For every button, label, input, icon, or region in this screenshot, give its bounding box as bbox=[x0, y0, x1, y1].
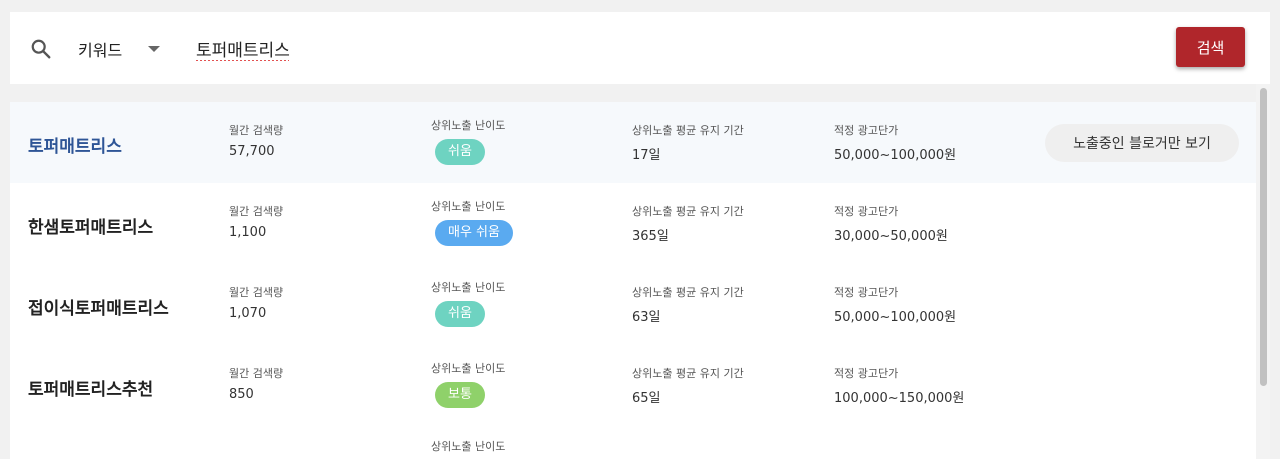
monthly-volume-cell: 월간 검색량 57,700 bbox=[229, 122, 283, 159]
search-button[interactable]: 검색 bbox=[1176, 27, 1245, 67]
ad-price-label: 적정 광고단가 bbox=[834, 286, 899, 299]
search-bar: 키워드 검색 bbox=[10, 12, 1270, 84]
chevron-down-icon bbox=[148, 46, 161, 52]
result-keyword[interactable]: 접이식토퍼매트리스 bbox=[28, 294, 169, 319]
monthly-volume-label: 월간 검색량 bbox=[229, 367, 284, 380]
duration-value: 65일 bbox=[632, 391, 661, 406]
ad-price-value: 100,000~150,000원 bbox=[834, 391, 965, 406]
result-row[interactable]: 접이식토퍼매트리스 월간 검색량 1,070 상위노출 난이도 쉬움 상위노출 … bbox=[10, 264, 1256, 345]
scrollbar-thumb[interactable] bbox=[1260, 88, 1267, 386]
monthly-volume-value: 850 bbox=[229, 387, 254, 402]
monthly-volume-label: 월간 검색량 bbox=[229, 286, 284, 299]
difficulty-cell: 상위노출 난이도 보통 bbox=[431, 360, 505, 408]
search-icon[interactable] bbox=[30, 38, 52, 60]
ad-price-label: 적정 광고단가 bbox=[834, 124, 899, 137]
result-keyword[interactable]: 한샘토퍼매트리스 bbox=[28, 213, 153, 238]
result-keyword[interactable]: 토퍼매트리스 bbox=[28, 132, 122, 157]
ad-price-cell: 적정 광고단가 50,000~100,000원 bbox=[834, 284, 956, 325]
duration-label: 상위노출 평균 유지 기간 bbox=[632, 286, 744, 299]
ad-price-label: 적정 광고단가 bbox=[834, 205, 899, 218]
difficulty-label: 상위노출 난이도 bbox=[431, 281, 506, 294]
difficulty-label: 상위노출 난이도 bbox=[431, 119, 506, 132]
result-row[interactable]: 토퍼매트리스 월간 검색량 57,700 상위노출 난이도 쉬움 상위노출 평균… bbox=[10, 102, 1256, 183]
search-type-select[interactable]: 키워드 bbox=[78, 36, 161, 62]
difficulty-badge: 매우 쉬움 bbox=[435, 220, 513, 246]
monthly-volume-cell: 월간 검색량 1,100 bbox=[229, 203, 283, 240]
monthly-volume-value: 57,700 bbox=[229, 144, 275, 159]
difficulty-badge: 보통 bbox=[435, 382, 485, 408]
difficulty-label: 상위노출 난이도 bbox=[431, 362, 506, 375]
search-type-label: 키워드 bbox=[78, 41, 123, 60]
monthly-volume-cell: 월간 검색량 1,070 bbox=[229, 284, 283, 321]
duration-label: 상위노출 평균 유지 기간 bbox=[632, 367, 744, 380]
difficulty-cell: 상위노출 난이도 매우 쉬움 bbox=[431, 198, 513, 246]
ad-price-label: 적정 광고단가 bbox=[834, 367, 899, 380]
difficulty-cell: 상위노출 난이도 쉬움 bbox=[431, 279, 505, 327]
ad-price-value: 30,000~50,000원 bbox=[834, 229, 948, 244]
duration-value: 63일 bbox=[632, 310, 661, 325]
view-bloggers-button[interactable]: 노출중인 블로거만 보기 bbox=[1045, 124, 1239, 162]
monthly-volume-cell: 월간 검색량 850 bbox=[229, 365, 283, 402]
scrollbar-track[interactable] bbox=[1256, 84, 1270, 459]
duration-label: 상위노출 평균 유지 기간 bbox=[632, 205, 744, 218]
ad-price-cell: 적정 광고단가 30,000~50,000원 bbox=[834, 203, 948, 244]
duration-value: 17일 bbox=[632, 148, 661, 163]
difficulty-badge: 쉬움 bbox=[435, 301, 485, 327]
ad-price-cell: 적정 광고단가 100,000~150,000원 bbox=[834, 365, 964, 406]
duration-cell: 상위노출 평균 유지 기간 365일 bbox=[632, 203, 744, 244]
search-input[interactable] bbox=[196, 34, 1096, 62]
monthly-volume-value: 1,100 bbox=[229, 225, 267, 240]
monthly-volume-label: 월간 검색량 bbox=[229, 205, 284, 218]
result-row[interactable]: 한샘토퍼매트리스 월간 검색량 1,100 상위노출 난이도 매우 쉬움 상위노… bbox=[10, 183, 1256, 264]
ad-price-value: 50,000~100,000원 bbox=[834, 310, 957, 325]
results-list: 토퍼매트리스 월간 검색량 57,700 상위노출 난이도 쉬움 상위노출 평균… bbox=[10, 102, 1256, 459]
result-keyword[interactable]: 토퍼매트리스추천 bbox=[28, 375, 153, 400]
duration-value: 365일 bbox=[632, 229, 669, 244]
ad-price-value: 50,000~100,000원 bbox=[834, 148, 957, 163]
ad-price-cell: 적정 광고단가 50,000~100,000원 bbox=[834, 122, 956, 163]
difficulty-cell: 상위노출 난이도 쉬움 bbox=[431, 117, 505, 165]
duration-cell: 상위노출 평균 유지 기간 63일 bbox=[632, 284, 744, 325]
monthly-volume-value: 1,070 bbox=[229, 306, 267, 321]
difficulty-label: 상위노출 난이도 bbox=[431, 200, 506, 213]
difficulty-label-partial: 상위노출 난이도 bbox=[431, 440, 506, 453]
monthly-volume-label: 월간 검색량 bbox=[229, 124, 284, 137]
result-row[interactable]: 토퍼매트리스추천 월간 검색량 850 상위노출 난이도 보통 상위노출 평균 … bbox=[10, 345, 1256, 426]
difficulty-badge: 쉬움 bbox=[435, 139, 485, 165]
duration-label: 상위노출 평균 유지 기간 bbox=[632, 124, 744, 137]
duration-cell: 상위노출 평균 유지 기간 17일 bbox=[632, 122, 744, 163]
duration-cell: 상위노출 평균 유지 기간 65일 bbox=[632, 365, 744, 406]
